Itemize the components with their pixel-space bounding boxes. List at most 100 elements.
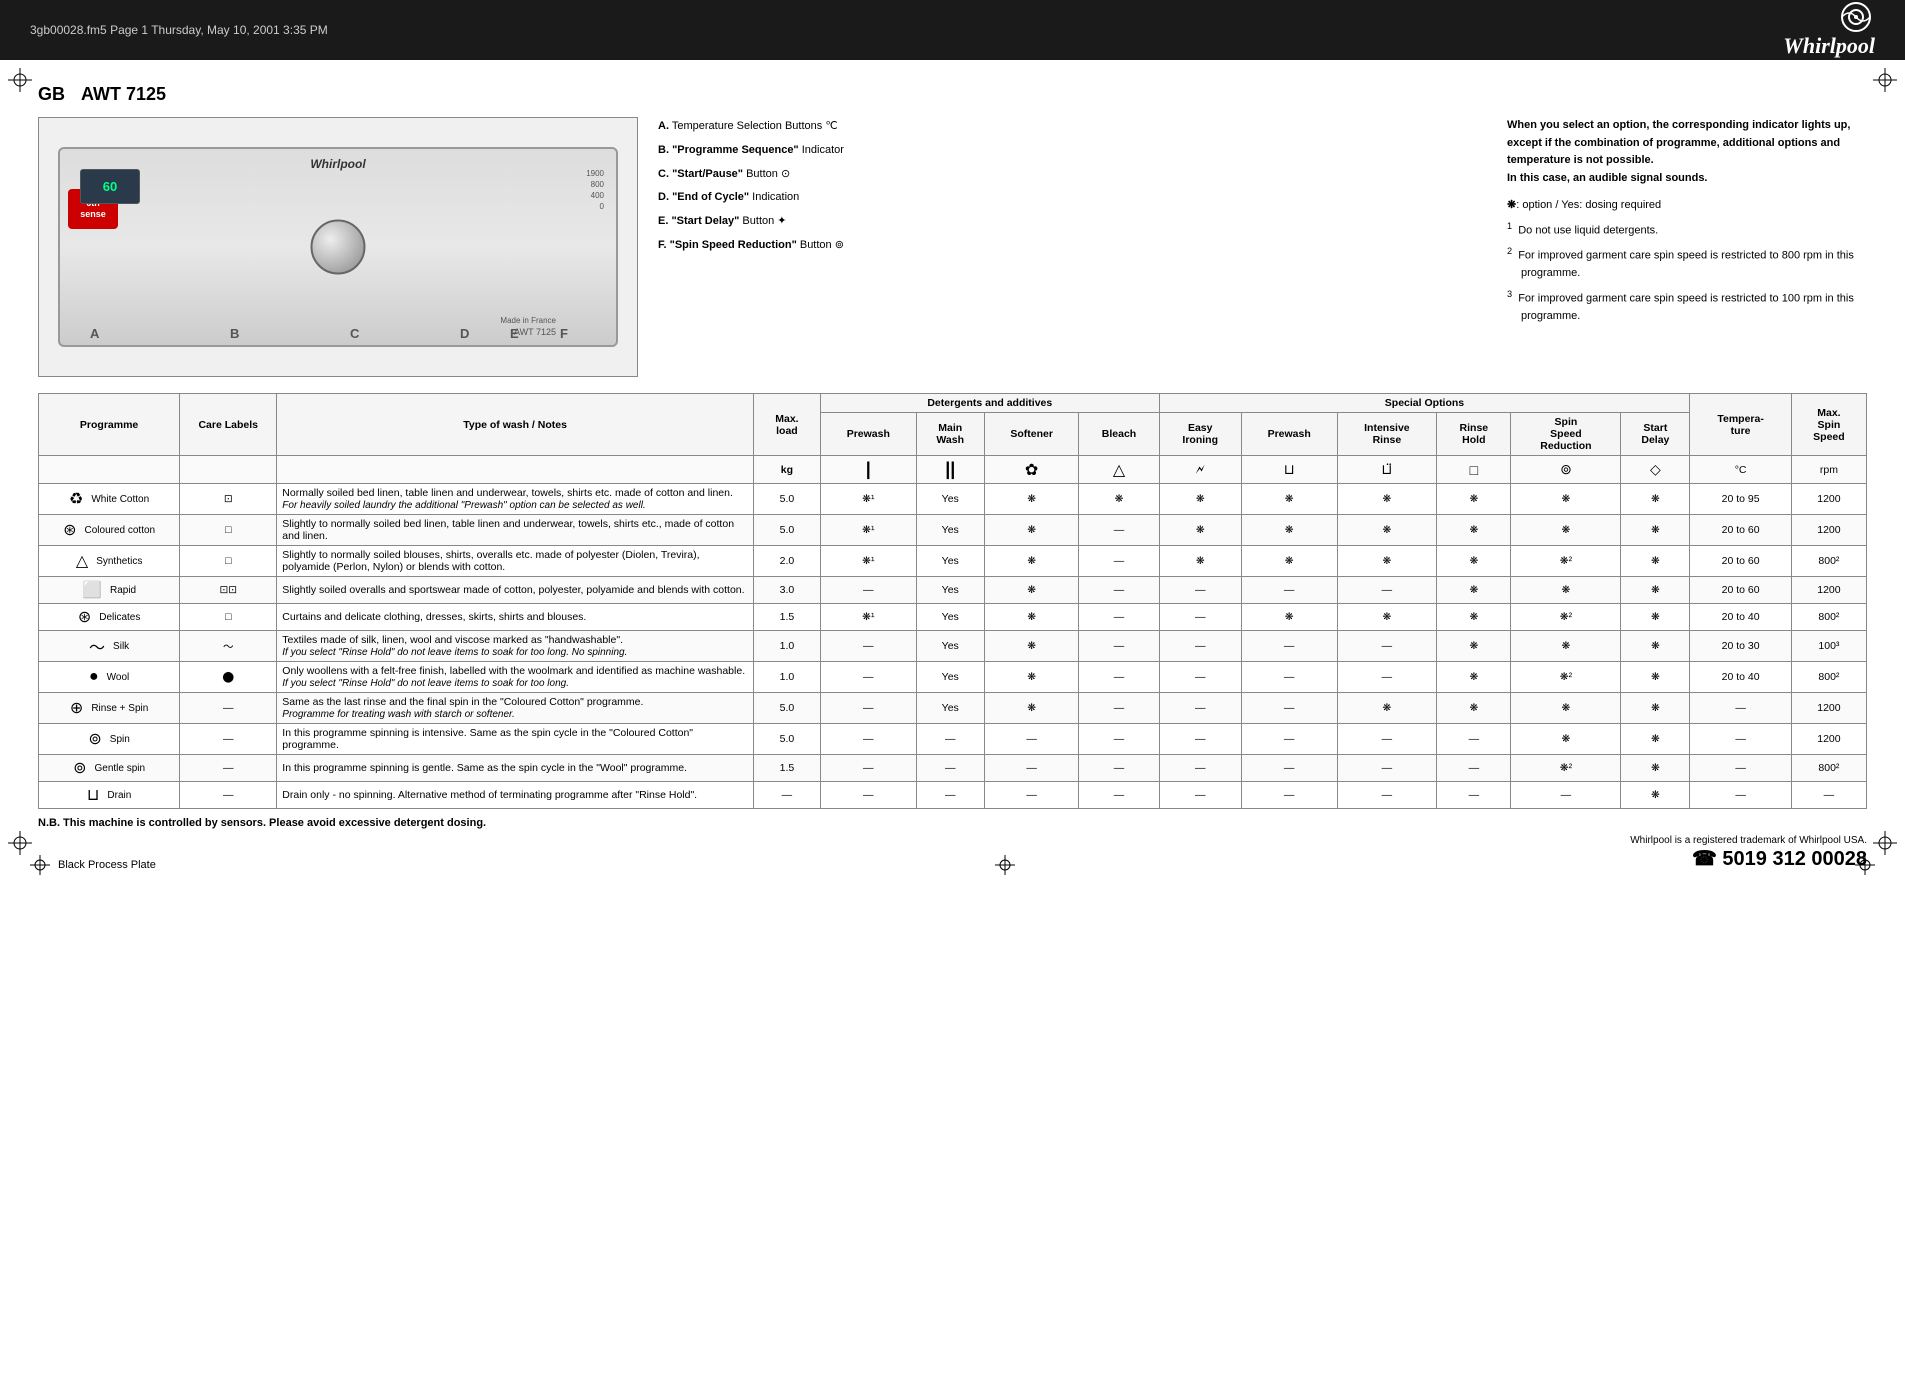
- cell-intensive-rinse: ❋: [1337, 693, 1437, 724]
- cell-prewash: ❋¹: [820, 484, 916, 515]
- cell-start-delay: ❋: [1621, 662, 1690, 693]
- cell-main-wash: Yes: [916, 662, 984, 693]
- cell-prewash2: —: [1241, 577, 1337, 604]
- cell-prewash2: —: [1241, 782, 1337, 809]
- cell-softener: ❋: [984, 546, 1079, 577]
- machine-label-c: C: [350, 326, 359, 341]
- cell-easy-ironing: —: [1159, 631, 1241, 662]
- cell-bleach: —: [1079, 515, 1159, 546]
- cell-spin-speed-reduction: ❋: [1511, 631, 1621, 662]
- icon-softener: ✿: [984, 456, 1079, 484]
- cell-start-delay: ❋: [1621, 515, 1690, 546]
- table-icon-row: kg | || ✿ △ 🗲 ⊔ ⊔̈ □: [39, 456, 1867, 484]
- footnotes: ❋: option / Yes: dosing required 1 Do no…: [1507, 197, 1867, 326]
- cell-care-label: —: [180, 724, 277, 755]
- th-programme: Programme: [39, 394, 180, 456]
- cell-bleach: —: [1079, 662, 1159, 693]
- footnote-1: 1 Do not use liquid detergents.: [1507, 219, 1867, 240]
- table-row: ⊛ Delicates □Curtains and delicate cloth…: [39, 604, 1867, 631]
- machine-image: Whirlpool 6thsense 60 1900 800: [38, 117, 638, 377]
- cell-care-label: □: [180, 515, 277, 546]
- cell-rinse-hold: ❋: [1437, 693, 1511, 724]
- cell-programme: △ Synthetics: [39, 546, 180, 577]
- cell-bleach: ❋: [1079, 484, 1159, 515]
- programme-knob: [311, 220, 366, 275]
- legend-key-c: C.: [658, 168, 669, 180]
- table-row: △ Synthetics □Slightly to normally soile…: [39, 546, 1867, 577]
- cell-temperature: —: [1690, 755, 1792, 782]
- cell-softener: ❋: [984, 515, 1079, 546]
- th-bleach: Bleach: [1079, 413, 1159, 456]
- icon-care: [180, 456, 277, 484]
- icon-easy-ironing: 🗲: [1159, 456, 1241, 484]
- legend-item-f: F. "Spin Speed Reduction" Button ⊚: [658, 236, 1487, 256]
- cell-start-delay: ❋: [1621, 604, 1690, 631]
- cell-easy-ironing: —: [1159, 755, 1241, 782]
- cell-spin-speed-reduction: ❋: [1511, 693, 1621, 724]
- cell-easy-ironing: ❋: [1159, 484, 1241, 515]
- cell-programme: ♻ White Cotton: [39, 484, 180, 515]
- cell-rinse-hold: ❋: [1437, 484, 1511, 515]
- cell-type-of-wash: Curtains and delicate clothing, dresses,…: [277, 604, 754, 631]
- icon-prewash2: ⊔: [1241, 456, 1337, 484]
- cell-temperature: 20 to 60: [1690, 546, 1792, 577]
- icon-spin-speed-reduction: ⊚: [1511, 456, 1621, 484]
- legend-item-a: A. Temperature Selection Buttons ℃: [658, 117, 1487, 137]
- th-care-labels: Care Labels: [180, 394, 277, 456]
- cell-max-load: —: [753, 782, 820, 809]
- cell-main-wash: Yes: [916, 515, 984, 546]
- th-start-delay: StartDelay: [1621, 413, 1690, 456]
- cell-bleach: —: [1079, 782, 1159, 809]
- cell-care-label: ⊡⊡: [180, 577, 277, 604]
- legend-item-e: E. "Start Delay" Button ✦: [658, 212, 1487, 232]
- cell-temperature: 20 to 95: [1690, 484, 1792, 515]
- cell-prewash: ❋¹: [820, 515, 916, 546]
- cell-temperature: —: [1690, 693, 1792, 724]
- table-row: ⊚ Spin —In this programme spinning is in…: [39, 724, 1867, 755]
- cell-softener: —: [984, 782, 1079, 809]
- cell-temperature: 20 to 60: [1690, 515, 1792, 546]
- cell-bleach: —: [1079, 724, 1159, 755]
- cell-type-of-wash: In this programme spinning is intensive.…: [277, 724, 754, 755]
- cell-care-label: □: [180, 546, 277, 577]
- cell-care-label: —: [180, 693, 277, 724]
- cell-max-load: 1.5: [753, 755, 820, 782]
- cell-start-delay: ❋: [1621, 693, 1690, 724]
- notes-section: When you select an option, the correspon…: [1507, 117, 1867, 377]
- cell-temperature: —: [1690, 724, 1792, 755]
- cell-care-label: □: [180, 604, 277, 631]
- cell-programme: 〜 Silk: [39, 631, 180, 662]
- cell-programme: ● Wool: [39, 662, 180, 693]
- cell-care-label: ⊡: [180, 484, 277, 515]
- cell-bleach: —: [1079, 693, 1159, 724]
- cell-max-load: 1.0: [753, 662, 820, 693]
- bottom-right-reg-mark: [1855, 855, 1875, 875]
- cell-prewash2: —: [1241, 724, 1337, 755]
- top-section: Whirlpool 6thsense 60 1900 800: [38, 117, 1867, 377]
- cell-main-wash: Yes: [916, 604, 984, 631]
- cell-spin-speed-reduction: ❋: [1511, 515, 1621, 546]
- cell-rinse-hold: ❋: [1437, 515, 1511, 546]
- legend-key-e: E.: [658, 215, 668, 227]
- cell-max-spin-speed: 800²: [1791, 546, 1866, 577]
- cell-intensive-rinse: ❋: [1337, 546, 1437, 577]
- th-special-options-group: Special Options: [1159, 394, 1690, 413]
- model-tag: AWT 7125: [514, 327, 556, 337]
- cell-spin-speed-reduction: ❋: [1511, 484, 1621, 515]
- cell-rinse-hold: ❋: [1437, 631, 1511, 662]
- cell-intensive-rinse: —: [1337, 755, 1437, 782]
- machine-label-f: F: [560, 326, 568, 341]
- footnote-symbol: ❋: option / Yes: dosing required: [1507, 197, 1867, 215]
- cell-max-spin-speed: 1200: [1791, 724, 1866, 755]
- th-max-load: Max.load: [753, 394, 820, 456]
- table-row: 〜 Silk 〜Textiles made of silk, linen, wo…: [39, 631, 1867, 662]
- cell-prewash2: ❋: [1241, 484, 1337, 515]
- cell-start-delay: ❋: [1621, 755, 1690, 782]
- model-title: GB AWT 7125: [38, 84, 1867, 105]
- cell-temperature: 20 to 30: [1690, 631, 1792, 662]
- cell-prewash2: —: [1241, 693, 1337, 724]
- cell-type-of-wash: Slightly to normally soiled blouses, shi…: [277, 546, 754, 577]
- bottom-left-mark: Black Process Plate: [30, 855, 156, 875]
- cell-spin-speed-reduction: ❋²: [1511, 546, 1621, 577]
- page-wrapper: GB AWT 7125 Whirlpool 6thsense 60: [0, 60, 1905, 895]
